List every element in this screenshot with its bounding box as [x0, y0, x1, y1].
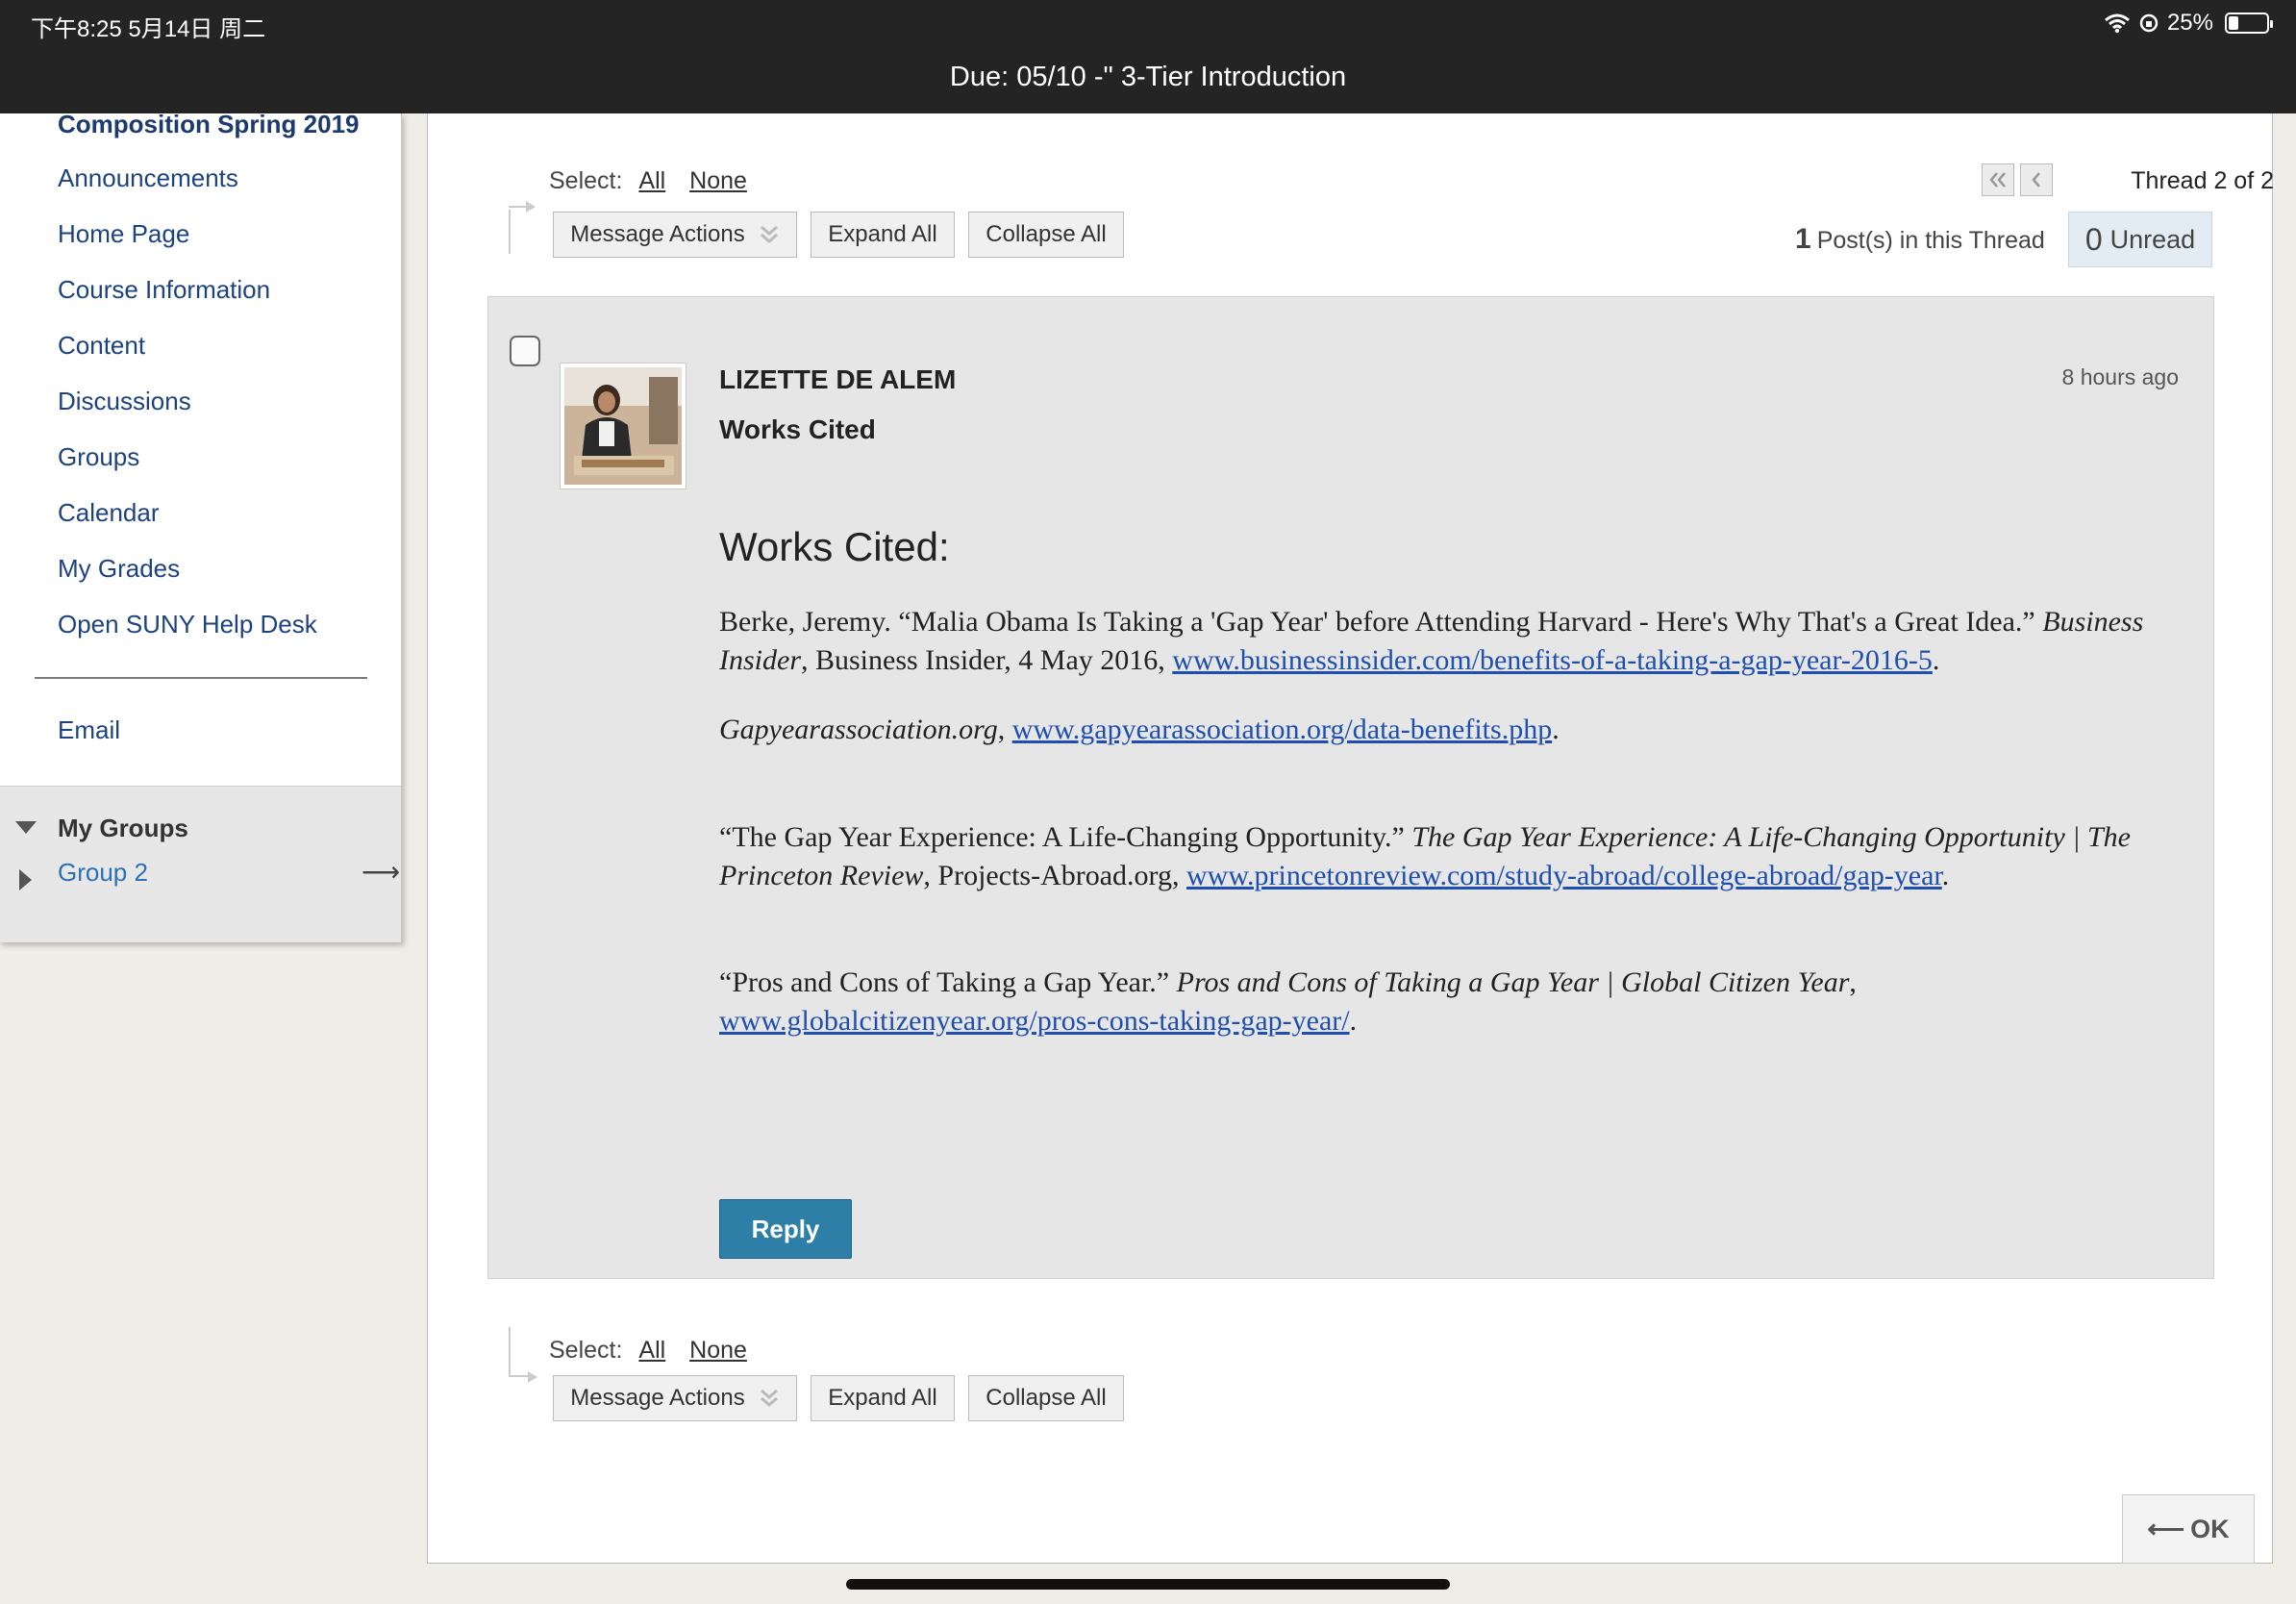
unread-count: 0: [2084, 221, 2103, 257]
citation-4: “Pros and Cons of Taking a Gap Year.” Pr…: [719, 964, 2181, 1040]
status-indicators: 25%: [2104, 10, 2273, 37]
citation-text: “The Gap Year Experience: A Life-Changin…: [719, 821, 1412, 853]
post-card: LIZETTE DE ALEM 8 hours ago Works Cited …: [487, 296, 2214, 1279]
nav-my-grades[interactable]: My Grades: [58, 554, 180, 584]
course-title[interactable]: Composition Spring 2019: [58, 110, 360, 139]
citation-2: Gapyearassociation.org, www.gapyearassoc…: [719, 711, 2181, 749]
unread-label: Unread: [2109, 224, 2196, 254]
select-none-link[interactable]: None: [689, 167, 747, 194]
message-actions-button[interactable]: Message Actions: [553, 212, 797, 258]
citation-text: .: [1932, 644, 1940, 676]
citation-text: .: [1941, 860, 1950, 891]
nav-discussions[interactable]: Discussions: [58, 387, 191, 416]
arrow-right-icon[interactable]: ⟶: [362, 856, 400, 888]
citation-1: Berke, Jeremy. “Malia Obama Is Taking a …: [719, 603, 2181, 680]
top-bar: 下午8:25 5月14日 周二 25% Due: 05/10 -" 3-Tier…: [0, 0, 2296, 113]
select-row-top: Select: All None: [549, 167, 747, 195]
ok-label: OK: [2190, 1514, 2230, 1543]
sidebar-divider: [35, 677, 367, 679]
tree-arrow-icon: [528, 1371, 537, 1383]
post-subject: Works Cited: [719, 414, 876, 444]
nav-content[interactable]: Content: [58, 331, 145, 361]
tree-arrow-icon: [526, 201, 536, 213]
citation-text: .: [1349, 1005, 1358, 1037]
ok-button[interactable]: ⟵ OK: [2122, 1494, 2255, 1564]
citation-text: ,: [997, 714, 1012, 745]
battery-percent: 25%: [2166, 10, 2213, 36]
select-label: Select:: [549, 167, 623, 194]
thread-content: Select: All None Message Actions Expand …: [427, 113, 2274, 1564]
message-actions-label: Message Actions: [570, 221, 745, 247]
citation-text: , Projects-Abroad.org,: [923, 860, 1186, 891]
course-menu: Composition Spring 2019 Announcements Ho…: [0, 110, 402, 942]
citation-text: Berke, Jeremy. “Malia Obama Is Taking a …: [719, 606, 2043, 638]
chevron-left-icon: [2032, 172, 2040, 188]
select-all-link[interactable]: All: [638, 167, 665, 194]
nav-calendar[interactable]: Calendar: [58, 498, 160, 528]
double-chevron-down-icon: [760, 225, 778, 243]
post-author[interactable]: LIZETTE DE ALEM: [719, 364, 956, 395]
my-groups-heading[interactable]: My Groups: [58, 814, 188, 843]
previous-thread-button[interactable]: [2020, 163, 2053, 196]
expand-all-button[interactable]: Expand All: [811, 1375, 955, 1421]
group-2-link[interactable]: Group 2: [58, 858, 148, 888]
tree-connector-bottom: [509, 1327, 532, 1377]
nav-course-information[interactable]: Course Information: [58, 275, 270, 305]
nav-email[interactable]: Email: [58, 715, 120, 745]
avatar[interactable]: [560, 363, 686, 489]
nav-groups[interactable]: Groups: [58, 442, 139, 472]
select-all-link[interactable]: All: [638, 1337, 665, 1364]
message-actions-button[interactable]: Message Actions: [553, 1375, 797, 1421]
posts-count-number: 1: [1795, 223, 1811, 255]
arrow-left-icon: ⟵: [2147, 1514, 2185, 1543]
nav-announcements[interactable]: Announcements: [58, 163, 238, 193]
post-select-checkbox[interactable]: [510, 336, 540, 366]
citation-source: Pros and Cons of Taking a Gap Year | Glo…: [1176, 966, 1850, 998]
post-timestamp: 8 hours ago: [2061, 364, 2179, 389]
first-thread-button[interactable]: [1982, 163, 2014, 196]
select-row-bottom: Select: All None: [549, 1337, 747, 1365]
my-groups-panel: My Groups Group 2 ⟶: [0, 786, 401, 942]
collapse-triangle-icon[interactable]: [15, 821, 37, 834]
citation-link[interactable]: www.gapyearassociation.org/data-benefits…: [1012, 714, 1553, 745]
posts-count-label: Post(s) in this Thread: [1816, 227, 2045, 254]
citation-source: Gapyearassociation.org: [719, 714, 998, 745]
expand-triangle-icon[interactable]: [19, 869, 32, 890]
select-none-link[interactable]: None: [689, 1337, 747, 1364]
user-photo-icon: [564, 367, 682, 485]
double-chevron-left-icon: [1989, 172, 2006, 188]
wifi-icon: [2104, 13, 2130, 34]
expand-all-button[interactable]: Expand All: [811, 212, 955, 258]
status-time: 下午8:25 5月14日 周二: [31, 16, 266, 42]
citation-text: ,: [1849, 966, 1857, 998]
select-label: Select:: [549, 1337, 623, 1364]
message-actions-label: Message Actions: [570, 1385, 745, 1411]
citation-3: “The Gap Year Experience: A Life-Changin…: [719, 818, 2181, 895]
reply-button[interactable]: Reply: [719, 1199, 852, 1259]
double-chevron-down-icon: [760, 1389, 778, 1407]
collapse-all-button[interactable]: Collapse All: [968, 1375, 1124, 1421]
nav-help-desk[interactable]: Open SUNY Help Desk: [58, 610, 317, 639]
citation-link[interactable]: www.princetonreview.com/study-abroad/col…: [1186, 860, 1942, 891]
citation-text: “Pros and Cons of Taking a Gap Year.”: [719, 966, 1177, 998]
battery-icon: [2225, 13, 2273, 34]
citation-text: , Business Insider, 4 May 2016,: [801, 644, 1173, 676]
tree-connector-h: [509, 206, 528, 208]
nav-home-page[interactable]: Home Page: [58, 219, 189, 249]
citation-text: .: [1552, 714, 1560, 745]
page-title: Due: 05/10 -" 3-Tier Introduction: [949, 62, 1347, 92]
tree-connector: [509, 210, 532, 254]
citation-link[interactable]: www.businessinsider.com/benefits-of-a-ta…: [1172, 644, 1933, 676]
unread-badge[interactable]: 0 Unread: [2068, 212, 2212, 267]
thread-counter: Thread 2 of 2: [2131, 167, 2274, 194]
orientation-lock-icon: [2139, 13, 2159, 33]
home-indicator[interactable]: [846, 1579, 1450, 1590]
works-cited-heading: Works Cited:: [719, 524, 950, 569]
posts-count: 1 Post(s) in this Thread: [1795, 223, 2045, 256]
collapse-all-button[interactable]: Collapse All: [968, 212, 1124, 258]
citation-link[interactable]: www.globalcitizenyear.org/pros-cons-taki…: [719, 1005, 1350, 1037]
